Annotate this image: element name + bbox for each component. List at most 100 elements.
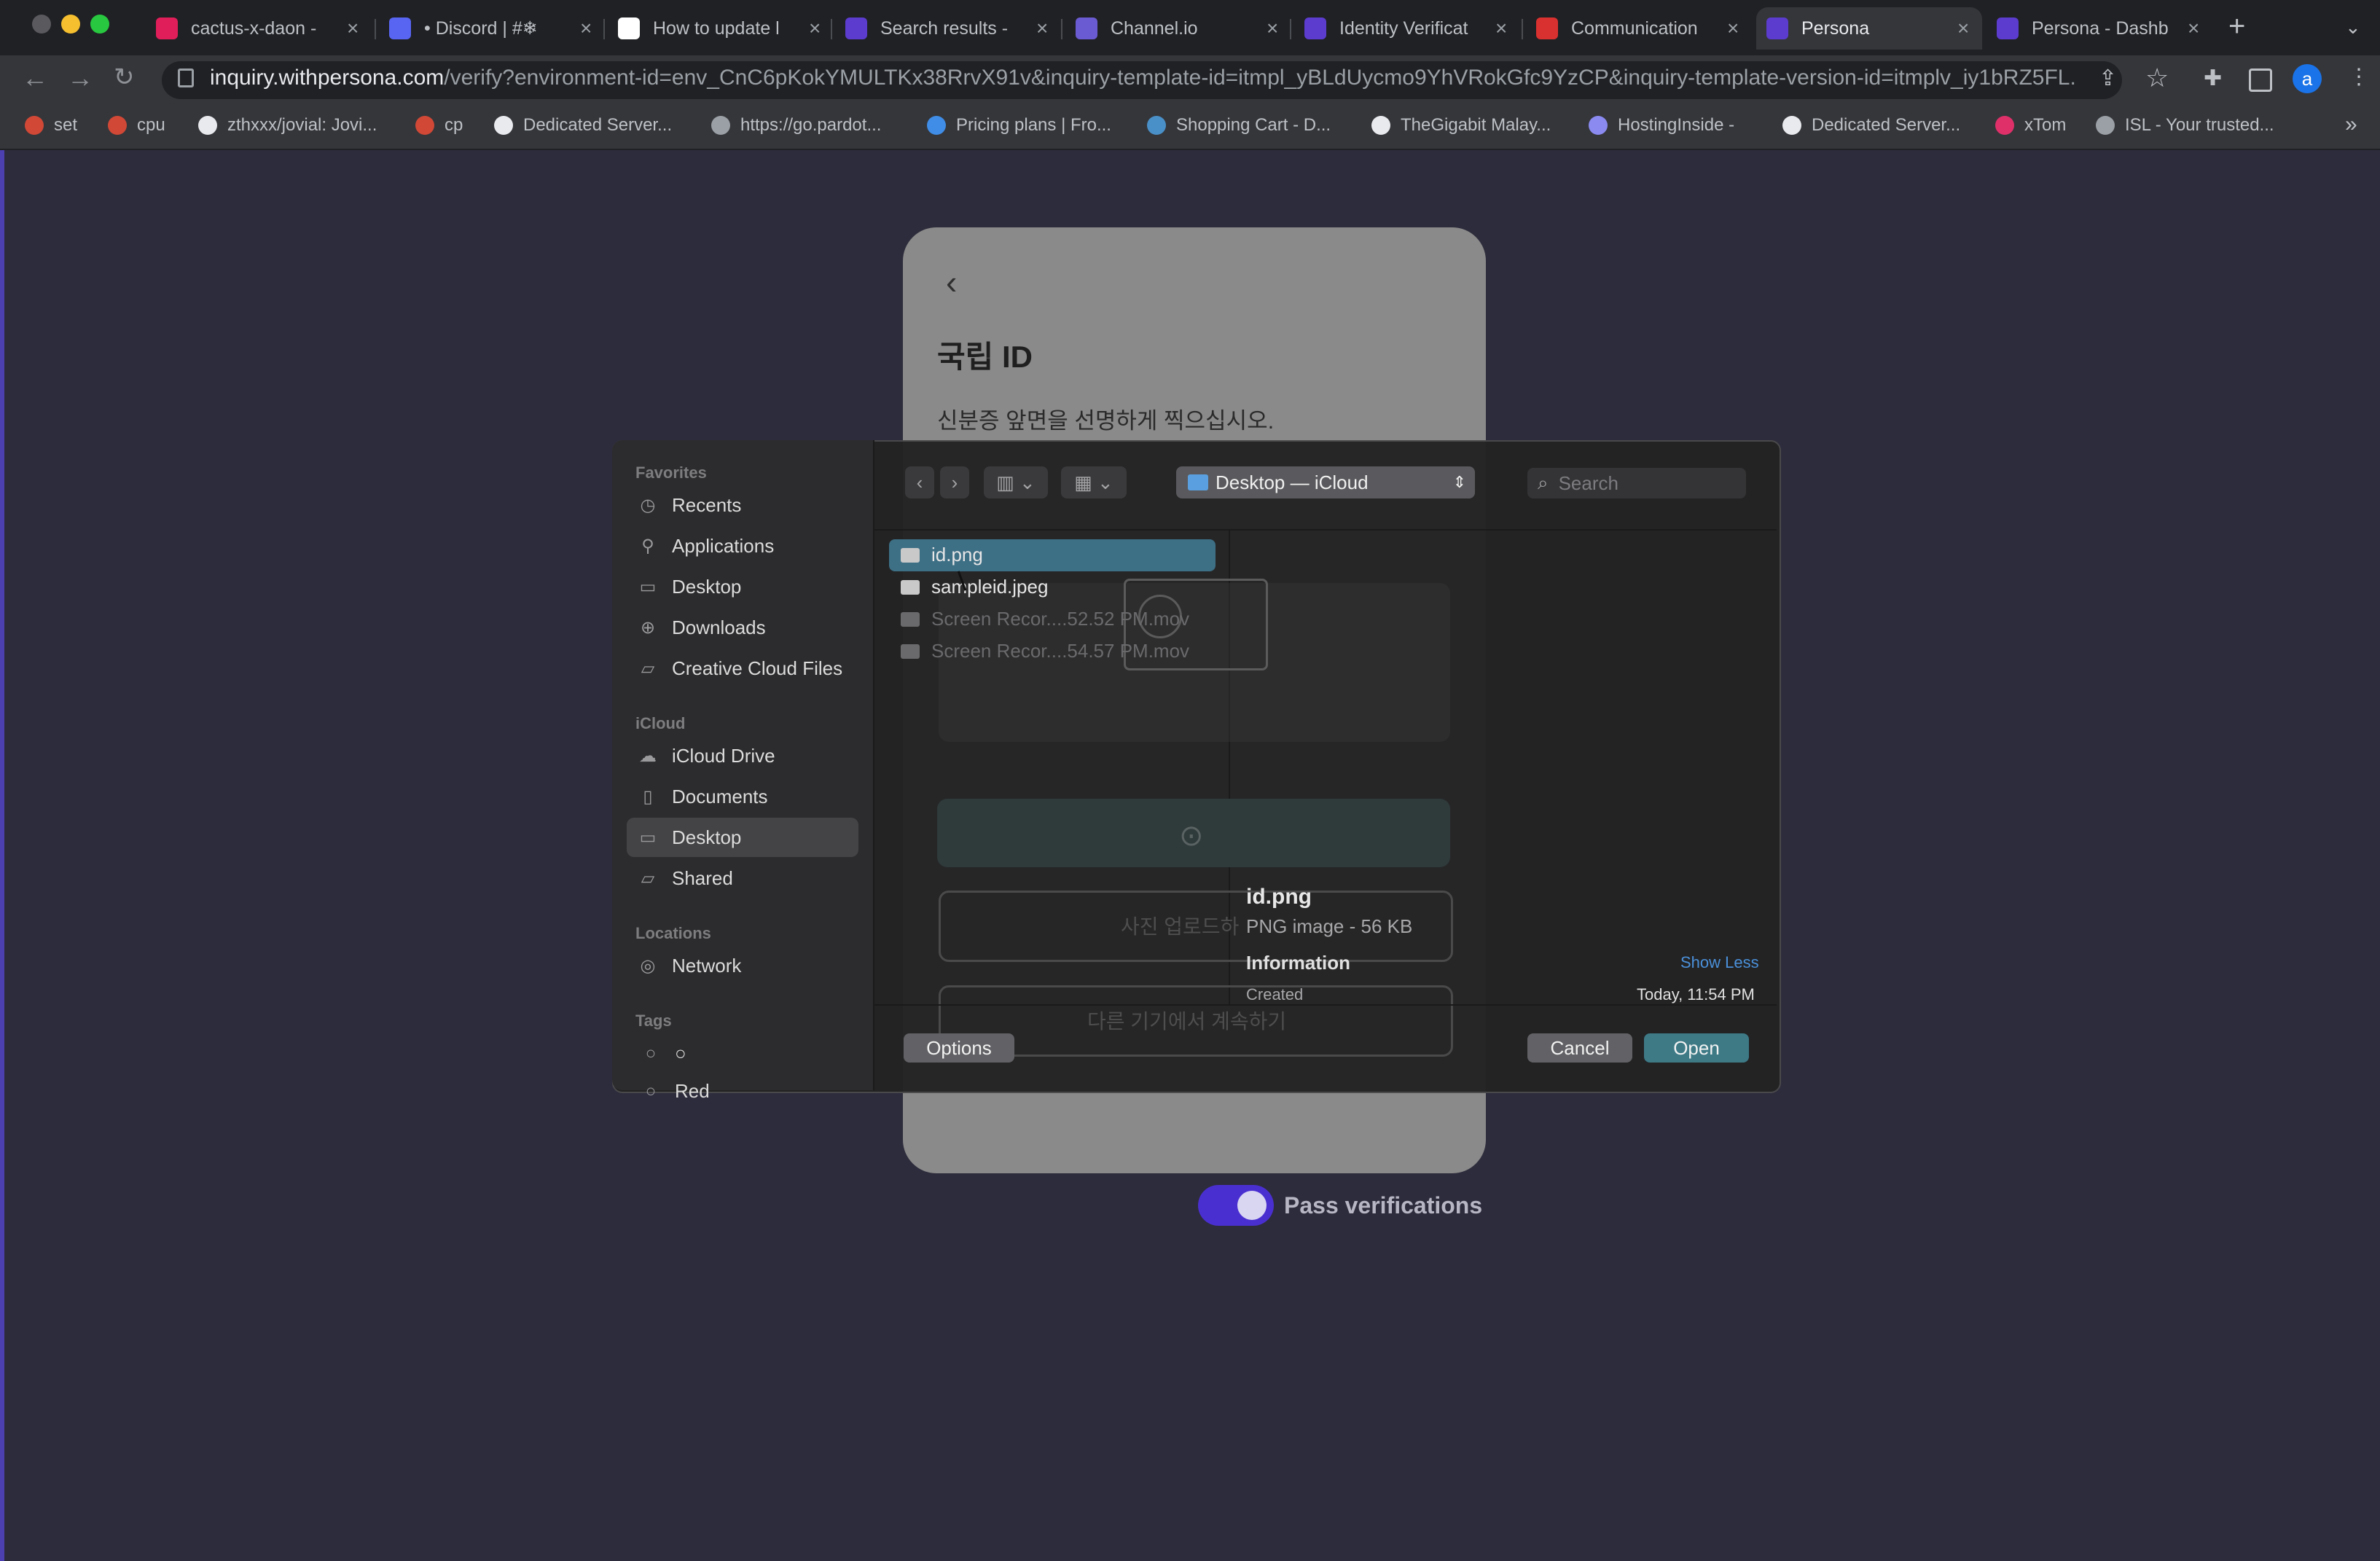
bookmark-item[interactable]: Dedicated Server... xyxy=(494,115,672,136)
bookmark-favicon-icon xyxy=(1147,116,1166,135)
view-columns-button[interactable]: ▥ ⌄ xyxy=(984,466,1048,498)
tab-close-icon[interactable]: × xyxy=(1495,17,1507,40)
bookmark-item[interactable]: xTom xyxy=(1995,115,2066,136)
sidebar-item-desktop[interactable]: ▭ Desktop xyxy=(638,576,742,598)
tab-close-icon[interactable]: × xyxy=(1727,17,1739,40)
file-item[interactable]: id.png xyxy=(901,544,983,566)
bookmarks-overflow-button[interactable]: » xyxy=(2345,112,2357,137)
preview-filename: id.png xyxy=(1246,885,1312,909)
tab-close-icon[interactable]: × xyxy=(809,17,821,40)
side-panel-icon[interactable] xyxy=(2249,69,2272,92)
bookmark-label: TheGigabit Malay... xyxy=(1401,115,1551,135)
sidebar-item-creative-cloud-files[interactable]: ▱ Creative Cloud Files xyxy=(638,657,842,680)
show-less-link[interactable]: Show Less xyxy=(1680,953,1759,972)
card-subtitle: 신분증 앞면을 선명하게 찍으십시오. xyxy=(937,408,1275,434)
bookmark-favicon-icon xyxy=(1995,116,2014,135)
bookmark-item[interactable]: https://go.pardot... xyxy=(711,115,881,136)
sidebar-item-label: Network xyxy=(672,955,742,977)
sidebar-tag[interactable]: ○ ○ xyxy=(641,1042,686,1065)
group-by-button[interactable]: ▦ ⌄ xyxy=(1061,466,1127,498)
tab-7[interactable]: Persona × xyxy=(1756,7,1982,50)
dialog-search-input[interactable]: ⌕ Search xyxy=(1527,468,1746,498)
file-item[interactable]: Screen Recor....54.57 PM.mov xyxy=(901,640,1189,662)
sidebar-item-icloud-drive[interactable]: ☁ iCloud Drive xyxy=(638,745,775,767)
created-value: Today, 11:54 PM xyxy=(1637,985,1755,1004)
columns-icon: ▥ xyxy=(996,471,1014,493)
share-icon[interactable]: ⇪ xyxy=(2099,66,2117,91)
dialog-button-divider xyxy=(873,1004,1777,1006)
tab-separator xyxy=(1522,19,1523,39)
bookmark-item[interactable]: zthxxx/jovial: Jovi... xyxy=(198,115,377,136)
sidebar-item-desktop[interactable]: ▭ Desktop xyxy=(638,826,742,849)
card-back-button[interactable]: ‹ xyxy=(946,262,957,302)
bookmark-item[interactable]: TheGigabit Malay... xyxy=(1371,115,1551,136)
close-window-button[interactable] xyxy=(32,15,51,34)
minimize-window-button[interactable] xyxy=(61,15,80,34)
forward-button[interactable]: → xyxy=(67,63,93,93)
new-tab-button[interactable]: + xyxy=(2228,10,2245,43)
bookmark-item[interactable]: ISL - Your trusted... xyxy=(2096,115,2274,136)
updown-chevron-icon: ⇕ xyxy=(1452,473,1466,491)
bookmark-label: set xyxy=(54,115,78,135)
tab-0[interactable]: cactus-x-daon - × xyxy=(146,7,372,50)
dialog-forward-button[interactable]: › xyxy=(940,466,969,498)
card-title: 국립 ID xyxy=(937,340,1033,374)
tab-close-icon[interactable]: × xyxy=(1036,17,1048,40)
sidebar-item-network[interactable]: ◎ Network xyxy=(638,955,742,977)
bookmark-item[interactable]: Shopping Cart - D... xyxy=(1147,115,1331,136)
bookmark-item[interactable]: Dedicated Server... xyxy=(1782,115,1960,136)
sidebar-item-documents[interactable]: ▯ Documents xyxy=(638,786,768,808)
tab-1[interactable]: • Discord | #❄ × xyxy=(379,7,605,50)
back-button[interactable]: ← xyxy=(22,63,48,93)
dialog-toolbar-divider xyxy=(873,529,1777,531)
open-button[interactable]: Open xyxy=(1644,1033,1749,1063)
sidebar-item-label: Downloads xyxy=(672,617,766,638)
discord-icon xyxy=(389,17,411,39)
bookmark-favicon-icon xyxy=(25,116,44,135)
sidebar-tag[interactable]: ○ Red xyxy=(641,1080,710,1103)
tab-close-icon[interactable]: × xyxy=(1957,17,1969,40)
sidebar-item-applications[interactable]: ⚲ Applications xyxy=(638,535,774,558)
url-path: /verify?environment-id=env_CnC6pKokYMULT… xyxy=(444,66,2075,90)
sidebar-item-downloads[interactable]: ⊕ Downloads xyxy=(638,617,766,639)
tab-8[interactable]: Persona - Dashb × xyxy=(1986,7,2212,50)
tab-3[interactable]: Search results - × xyxy=(835,7,1061,50)
persona-icon xyxy=(1997,17,2019,39)
dialog-back-button[interactable]: ‹ xyxy=(905,466,934,498)
reload-button[interactable]: ↻ xyxy=(114,63,135,92)
tag-circle-icon: ○ xyxy=(645,1043,657,1063)
bookmark-item[interactable]: set xyxy=(25,115,77,136)
shared-folder-icon: ▱ xyxy=(641,869,655,888)
cancel-button[interactable]: Cancel xyxy=(1527,1033,1632,1063)
channelio-icon xyxy=(1076,17,1097,39)
tab-close-icon[interactable]: × xyxy=(1267,17,1278,40)
sidebar-item-label: Desktop xyxy=(672,576,742,598)
bookmark-item[interactable]: Pricing plans | Fro... xyxy=(927,115,1111,136)
maximize-window-button[interactable] xyxy=(90,15,109,34)
options-button[interactable]: Options xyxy=(904,1033,1014,1063)
extensions-icon[interactable]: ✚ xyxy=(2204,66,2222,91)
tab-6[interactable]: Communication × xyxy=(1526,7,1752,50)
tab-2[interactable]: How to update l × xyxy=(608,7,834,50)
bookmark-item[interactable]: cpu xyxy=(108,115,165,136)
tab-close-icon[interactable]: × xyxy=(580,17,592,40)
globe-icon: ◎ xyxy=(640,956,656,976)
bookmark-star-icon[interactable]: ☆ xyxy=(2145,63,2169,93)
profile-avatar[interactable]: a xyxy=(2293,64,2322,93)
tab-4[interactable]: Channel.io × xyxy=(1065,7,1291,50)
sidebar-item-label: Desktop xyxy=(672,826,742,848)
file-item[interactable]: Screen Recor....52.52 PM.mov xyxy=(901,608,1189,630)
bookmark-item[interactable]: HostingInside - xyxy=(1589,115,1734,136)
sidebar-item-shared[interactable]: ▱ Shared xyxy=(638,867,733,890)
location-popup[interactable]: Desktop — iCloud ⇕ xyxy=(1176,466,1475,498)
browser-menu-icon[interactable]: ⋮ xyxy=(2348,64,2370,90)
tab-5[interactable]: Identity Verificat × xyxy=(1294,7,1520,50)
bookmark-item[interactable]: cp xyxy=(415,115,463,136)
tab-close-icon[interactable]: × xyxy=(2188,17,2199,40)
tab-close-icon[interactable]: × xyxy=(347,17,359,40)
sidebar-item-label: Documents xyxy=(672,786,768,807)
sidebar-item-recents[interactable]: ◷ Recents xyxy=(638,494,742,517)
tab-search-chevron-icon[interactable]: ⌄ xyxy=(2345,16,2361,39)
toggle-knob xyxy=(1237,1191,1267,1220)
created-label: Created xyxy=(1246,985,1304,1004)
